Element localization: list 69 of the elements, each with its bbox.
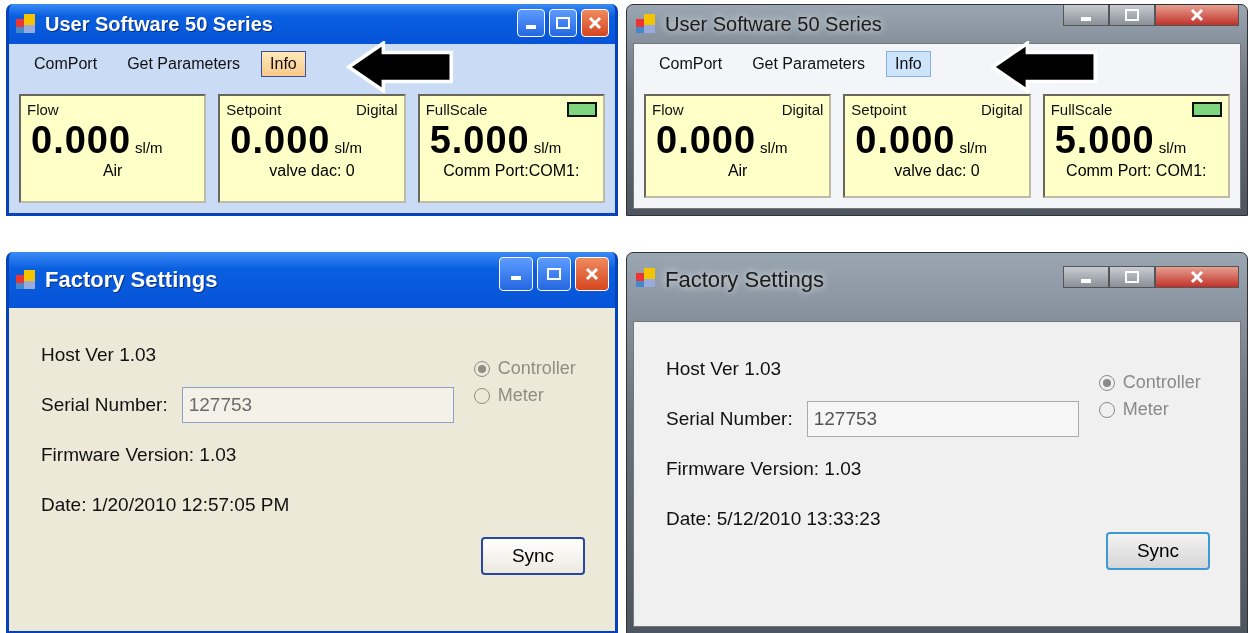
unit-label: sl/m: [533, 139, 562, 156]
window-title: Factory Settings: [45, 267, 219, 293]
serial-label: Serial Number:: [41, 393, 168, 417]
panel-footer: valve dac: 0: [851, 162, 1023, 180]
minimize-icon: [511, 276, 521, 280]
mode-label: Digital: [355, 100, 398, 118]
window-title: Factory Settings: [665, 267, 825, 293]
close-icon: [1190, 8, 1204, 22]
readout-value: 0.000: [230, 119, 331, 162]
close-button[interactable]: [1155, 266, 1239, 288]
window-title: User Software 50 Series: [45, 12, 274, 36]
readout-value: 5.000: [429, 119, 530, 162]
panel-label: Setpoint: [226, 100, 282, 118]
date-label: Date: 5/12/2010 13:33:23: [666, 507, 882, 531]
menu-item[interactable]: ComPort: [650, 51, 732, 77]
panel-label: FullScale: [1050, 100, 1113, 118]
unit-label: sl/m: [1158, 139, 1187, 156]
readout-value: 0.000: [31, 119, 132, 162]
unit-label: sl/m: [135, 139, 163, 156]
menu-item[interactable]: Get Parameters: [118, 51, 250, 77]
maximize-icon: [556, 17, 570, 29]
panel-footer: Air: [652, 162, 824, 180]
app-icon: [635, 267, 657, 289]
minimize-icon: [526, 25, 536, 29]
panel-label: Flow: [27, 100, 59, 118]
mode-label: Digital: [781, 100, 824, 118]
panel-label: Flow: [652, 100, 684, 118]
panel-footer: Comm Port: COM1:: [1050, 162, 1222, 180]
menu-item[interactable]: Info: [886, 51, 931, 77]
minimize-button[interactable]: [1063, 266, 1109, 288]
sync-button[interactable]: Sync: [481, 537, 585, 575]
host-version-label: Host Ver 1.03: [41, 343, 158, 367]
unit-label: sl/m: [334, 139, 362, 156]
panel-footer: valve dac: 0: [226, 162, 398, 180]
mode-label: Digital: [980, 100, 1023, 118]
close-icon: [1190, 270, 1204, 284]
minimize-icon: [1081, 279, 1091, 283]
menu-item[interactable]: Info: [261, 51, 306, 77]
firmware-version-label: Firmware Version: 1.03: [666, 457, 863, 481]
window-title: User Software 50 Series: [665, 12, 883, 36]
app-icon: [635, 13, 657, 35]
sync-button[interactable]: Sync: [1106, 532, 1210, 570]
maximize-icon: [547, 268, 561, 280]
panel-label: Setpoint: [851, 100, 907, 118]
close-icon: [585, 267, 599, 281]
panel-footer: Comm Port:COM1:: [425, 162, 597, 180]
serial-label: Serial Number:: [666, 407, 793, 431]
firmware-version-label: Firmware Version: 1.03: [41, 443, 238, 467]
menu-item[interactable]: ComPort: [25, 51, 107, 77]
maximize-button[interactable]: [1109, 266, 1155, 288]
close-button[interactable]: [1155, 5, 1239, 26]
minimize-button[interactable]: [1063, 5, 1109, 26]
menu-item[interactable]: Get Parameters: [743, 51, 875, 77]
readout-value: 0.000: [855, 119, 956, 162]
app-icon: [15, 269, 37, 291]
panel-footer: Air: [27, 162, 199, 180]
panel-label: FullScale: [425, 100, 488, 118]
maximize-button[interactable]: [1109, 5, 1155, 26]
maximize-icon: [1125, 9, 1139, 21]
close-icon: [588, 16, 602, 30]
readout-value: 5.000: [1054, 119, 1155, 162]
date-label: Date: 1/20/2010 12:57:05 PM: [41, 493, 291, 517]
maximize-icon: [1125, 271, 1139, 283]
readout-value: 0.000: [656, 119, 757, 162]
app-icon: [15, 13, 37, 35]
host-version-label: Host Ver 1.03: [666, 357, 783, 381]
minimize-icon: [1081, 17, 1091, 21]
unit-label: sl/m: [959, 139, 987, 156]
unit-label: sl/m: [760, 139, 788, 156]
